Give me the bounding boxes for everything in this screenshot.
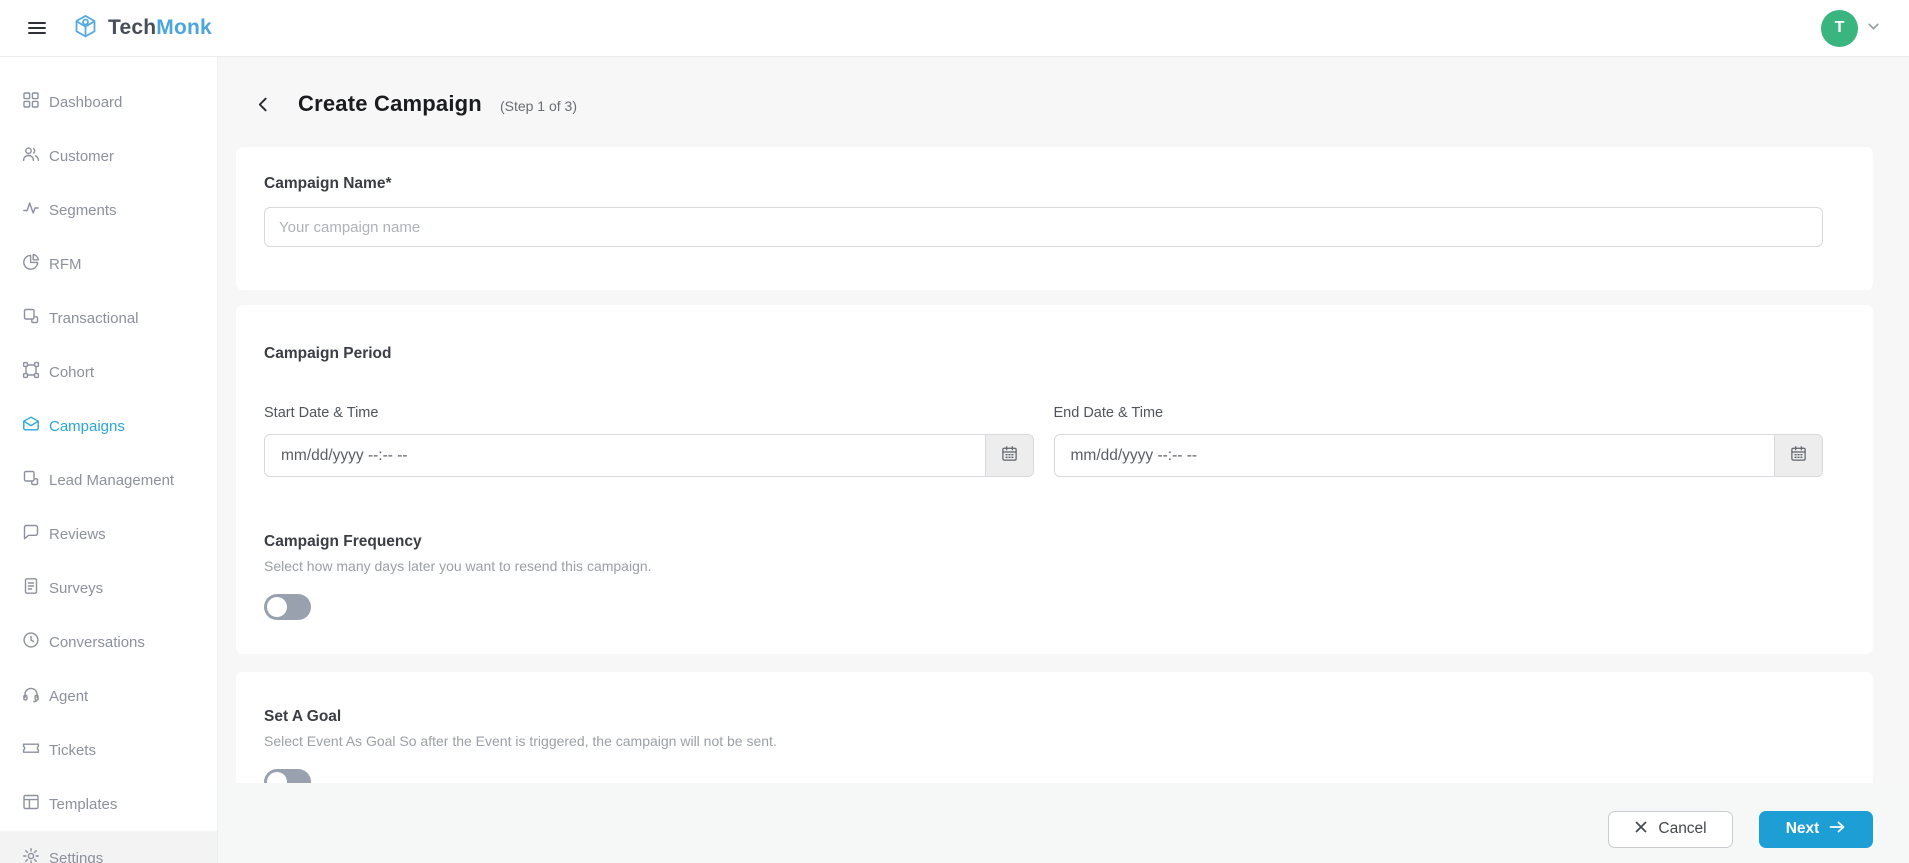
campaign-name-card: Campaign Name* (236, 147, 1873, 290)
surveys-icon (22, 577, 40, 599)
campaign-name-label: Campaign Name* (264, 175, 392, 192)
reviews-icon (22, 523, 40, 545)
chevron-down-icon (1866, 19, 1881, 38)
topbar: TechMonk T (0, 0, 1909, 57)
page-title: Create Campaign (298, 91, 482, 116)
campaigns-icon (22, 415, 40, 437)
end-date-group (1053, 434, 1823, 477)
end-date-calendar-button[interactable] (1774, 435, 1822, 476)
transactional-icon (22, 307, 40, 329)
start-date-label: Start Date & Time (264, 405, 379, 421)
sidebar-item-reviews[interactable]: Reviews (0, 507, 217, 561)
agent-icon (22, 685, 40, 707)
conversations-icon (22, 631, 40, 653)
start-date-input[interactable] (265, 435, 985, 476)
back-button[interactable] (250, 91, 276, 117)
set-goal-title: Set A Goal (264, 708, 342, 725)
logo-cube-icon (72, 13, 99, 44)
settings-icon (22, 847, 40, 863)
close-icon (1634, 820, 1648, 839)
start-date-group (264, 434, 1034, 477)
sidebar-item-surveys[interactable]: Surveys (0, 561, 217, 615)
templates-icon (22, 793, 40, 815)
next-button[interactable]: Next (1759, 810, 1873, 848)
sidebar: Dashboard Customer Segments RFM Transact… (0, 57, 218, 863)
sidebar-item-customer[interactable]: Customer (0, 129, 217, 183)
sidebar-item-dashboard[interactable]: Dashboard (0, 75, 217, 129)
tickets-icon (22, 739, 40, 761)
brand-name: TechMonk (108, 16, 212, 39)
toggle-knob (267, 597, 287, 617)
sidebar-item-campaigns[interactable]: Campaigns (0, 399, 217, 453)
page-header: Create Campaign (Step 1 of 3) (218, 57, 1909, 117)
sidebar-item-settings[interactable]: Settings (0, 831, 217, 863)
segments-icon (22, 199, 40, 221)
end-date-input[interactable] (1054, 435, 1774, 476)
hamburger-menu-icon[interactable] (20, 11, 54, 45)
sidebar-item-tickets[interactable]: Tickets (0, 723, 217, 777)
rfm-icon (22, 253, 40, 275)
sidebar-item-cohort[interactable]: Cohort (0, 345, 217, 399)
end-date-col: End Date & Time (1053, 405, 1823, 477)
dashboard-icon (22, 91, 40, 113)
arrow-right-icon (1829, 820, 1846, 839)
sidebar-item-rfm[interactable]: RFM (0, 237, 217, 291)
calendar-icon (1790, 445, 1807, 466)
account-menu[interactable]: T (1821, 9, 1881, 47)
cohort-icon (22, 361, 40, 383)
campaign-frequency-description: Select how many days later you want to r… (264, 558, 652, 574)
main-content: Create Campaign (Step 1 of 3) Campaign N… (218, 57, 1909, 863)
set-goal-description: Select Event As Goal So after the Event … (264, 733, 777, 749)
campaign-frequency-toggle[interactable] (264, 594, 311, 620)
date-row: Start Date & Time End Date & Time (264, 405, 1823, 477)
sidebar-item-transactional[interactable]: Transactional (0, 291, 217, 345)
step-indicator: (Step 1 of 3) (499, 97, 577, 114)
campaign-period-card: Campaign Period Start Date & Time End (236, 305, 1873, 654)
campaign-frequency-title: Campaign Frequency (264, 533, 422, 550)
sidebar-item-templates[interactable]: Templates (0, 777, 217, 831)
cancel-button[interactable]: Cancel (1608, 810, 1733, 848)
campaign-frequency-block: Campaign Frequency Select how many days … (264, 533, 1845, 620)
avatar[interactable]: T (1821, 9, 1858, 47)
customer-icon (22, 145, 40, 167)
campaign-period-title: Campaign Period (264, 345, 392, 362)
sidebar-item-conversations[interactable]: Conversations (0, 615, 217, 669)
sidebar-item-segments[interactable]: Segments (0, 183, 217, 237)
lead-management-icon (22, 469, 40, 491)
sidebar-item-lead-management[interactable]: Lead Management (0, 453, 217, 507)
brand-logo[interactable]: TechMonk (72, 13, 212, 44)
footer-actions: Cancel Next (218, 783, 1909, 863)
start-date-col: Start Date & Time (264, 405, 1034, 477)
calendar-icon (1001, 445, 1018, 466)
campaign-name-input[interactable] (264, 207, 1823, 247)
sidebar-item-agent[interactable]: Agent (0, 669, 217, 723)
start-date-calendar-button[interactable] (984, 435, 1033, 476)
end-date-label: End Date & Time (1053, 405, 1164, 421)
